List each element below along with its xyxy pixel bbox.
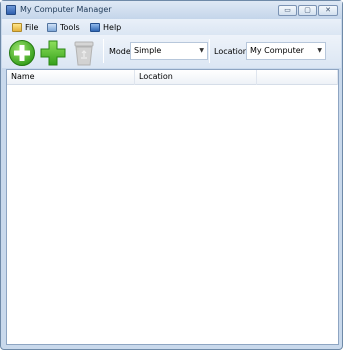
menu-help[interactable]: Help: [90, 21, 121, 33]
column-header-empty[interactable]: [257, 70, 338, 85]
column-header-location[interactable]: Location: [135, 70, 257, 85]
minimize-button[interactable]: ▭: [278, 5, 297, 16]
tools-icon: [47, 22, 57, 32]
toolbar-separator: [103, 39, 104, 63]
mode-select[interactable]: Simple ▼: [130, 42, 208, 60]
menu-file-label: File: [25, 22, 39, 32]
toolbar-separator: [209, 39, 210, 63]
menu-tools-label: Tools: [60, 22, 80, 32]
add-circle-icon: [9, 40, 35, 66]
menu-tools[interactable]: Tools: [47, 21, 80, 33]
menu-bar: File Tools Help: [2, 19, 341, 35]
add-plus-icon: [40, 40, 66, 66]
location-value: My Computer: [250, 46, 304, 55]
toolbar: Mode Simple ▼ Location My Computer ▼: [2, 35, 341, 68]
location-label: Location: [214, 47, 248, 56]
location-select[interactable]: My Computer ▼: [246, 42, 326, 60]
menu-help-label: Help: [103, 22, 122, 32]
recycle-bin-icon: [74, 41, 94, 66]
menu-file[interactable]: File: [12, 21, 38, 33]
column-header-name[interactable]: Name: [7, 70, 135, 85]
computer-list[interactable]: Name Location: [6, 69, 339, 345]
delete-button[interactable]: [70, 39, 98, 67]
close-button[interactable]: ✕: [318, 5, 338, 16]
app-icon: [6, 5, 16, 15]
list-header: Name Location: [7, 70, 338, 85]
mode-value: Simple: [134, 46, 162, 55]
add-item-button[interactable]: [39, 39, 67, 67]
chevron-down-icon: ▼: [199, 47, 204, 54]
title-bar[interactable]: My Computer Manager ▭ ▢ ✕: [1, 1, 342, 19]
mode-label: Mode: [109, 47, 131, 56]
list-body[interactable]: [7, 85, 338, 344]
help-icon: [90, 22, 100, 32]
window-title: My Computer Manager: [20, 5, 112, 14]
maximize-button[interactable]: ▢: [298, 5, 317, 16]
chevron-down-icon: ▼: [317, 47, 322, 54]
app-window: My Computer Manager ▭ ▢ ✕ File Tools Hel…: [0, 0, 343, 350]
file-icon: [12, 22, 22, 32]
add-computer-button[interactable]: [8, 39, 36, 67]
